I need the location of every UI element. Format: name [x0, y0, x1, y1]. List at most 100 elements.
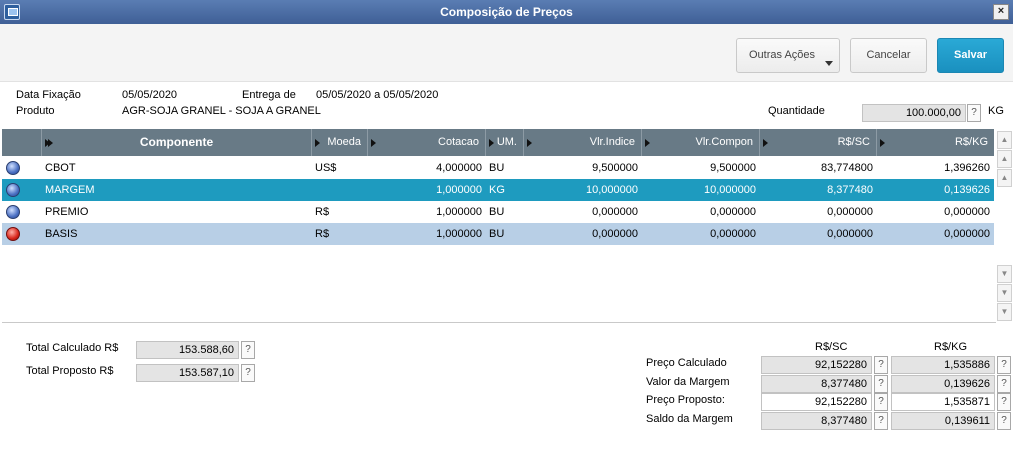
data-fixacao-label: Data Fixação	[16, 89, 81, 101]
sort-arrow-icon	[527, 139, 532, 147]
cell-vlr-indice: 0,000000	[592, 206, 638, 218]
header-status[interactable]	[2, 129, 53, 156]
toolbar: Outras Ações Cancelar Salvar	[0, 24, 1013, 82]
quantidade-label: Quantidade	[768, 105, 825, 117]
sort-arrow-icon	[45, 139, 50, 147]
valor-margem-label: Valor da Margem	[646, 376, 730, 388]
title-bar: Composição de Preços ×	[0, 0, 1013, 24]
table-row[interactable]: BASIS R$ 1,000000 BU 0,000000 0,000000 0…	[2, 223, 994, 245]
header-vlr-compon[interactable]: Vlr.Compon	[642, 129, 760, 156]
quantidade-unit: KG	[988, 105, 1004, 117]
cell-rs-sc: 0,000000	[827, 206, 873, 218]
header-rs-sc[interactable]: R$/SC	[760, 129, 877, 156]
cell-rs-sc: 0,000000	[827, 228, 873, 240]
table-row-selected[interactable]: MARGEM 1,000000 KG 10,000000 10,000000 8…	[2, 179, 994, 201]
grid-header: Componente Moeda Cotacao UM. Vlr.Indice …	[2, 129, 994, 156]
summary-col-sc: R$/SC	[815, 341, 848, 353]
table-row[interactable]: CBOT US$ 4,000000 BU 9,500000 9,500000 8…	[2, 157, 994, 179]
cell-rs-kg: 0,139626	[944, 184, 990, 196]
entrega-value: 05/05/2020 a 05/05/2020	[316, 89, 439, 101]
cell-rs-sc: 83,774800	[821, 162, 873, 174]
scroll-page-up-icon[interactable]: ▲	[997, 150, 1012, 168]
cell-vlr-indice: 10,000000	[586, 184, 638, 196]
produto-value: AGR-SOJA GRANEL - SOJA A GRANEL	[122, 105, 321, 117]
composicao-precos-window: Composição de Preços × Outras Ações Canc…	[0, 0, 1013, 475]
valor-margem-sc-field[interactable]: 8,377480	[761, 375, 872, 393]
cell-rs-kg: 0,000000	[944, 228, 990, 240]
header-componente[interactable]: Componente	[42, 129, 312, 156]
total-calculado-label: Total Calculado R$	[26, 342, 119, 354]
valor-margem-kg-field[interactable]: 0,139626	[891, 375, 995, 393]
cell-vlr-indice: 0,000000	[592, 228, 638, 240]
save-button[interactable]: Salvar	[937, 38, 1004, 73]
quantidade-help-button[interactable]: ?	[967, 104, 981, 122]
close-button[interactable]: ×	[993, 4, 1009, 20]
header-vlr-indice[interactable]: Vlr.Indice	[524, 129, 642, 156]
produto-label: Produto	[16, 105, 55, 117]
cell-componente: CBOT	[45, 162, 76, 174]
cell-cotacao: 1,000000	[436, 206, 482, 218]
quantidade-field[interactable]: 100.000,00	[862, 104, 966, 122]
preco-calculado-kg-field[interactable]: 1,535886	[891, 356, 995, 374]
composition-grid: Componente Moeda Cotacao UM. Vlr.Indice …	[2, 129, 1013, 323]
scroll-up-icon[interactable]: ▲	[997, 169, 1012, 187]
cell-moeda	[315, 179, 365, 201]
scroll-page-down-icon[interactable]: ▼	[997, 284, 1012, 302]
header-cotacao[interactable]: Cotacao	[368, 129, 486, 156]
sort-arrow-icon	[489, 139, 494, 147]
valor-margem-sc-help[interactable]: ?	[874, 375, 888, 393]
cell-vlr-compon: 0,000000	[710, 228, 756, 240]
scroll-bottom-icon[interactable]: ▼	[997, 303, 1012, 321]
cell-moeda: R$	[315, 228, 330, 240]
cell-vlr-compon: 0,000000	[710, 206, 756, 218]
preco-proposto-label: Preço Proposto:	[646, 394, 725, 406]
preco-calculado-sc-field[interactable]: 92,152280	[761, 356, 872, 374]
cell-moeda: R$	[315, 206, 330, 218]
preco-proposto-sc-help[interactable]: ?	[874, 393, 888, 411]
total-proposto-field[interactable]: 153.587,10	[136, 364, 239, 382]
preco-proposto-kg-help[interactable]: ?	[997, 393, 1011, 411]
window-title: Composição de Preços	[440, 5, 573, 19]
preco-calculado-kg-help[interactable]: ?	[997, 356, 1011, 374]
chevron-down-icon	[825, 61, 833, 66]
total-proposto-label: Total Proposto R$	[26, 365, 114, 377]
total-calculado-help-button[interactable]: ?	[241, 341, 255, 359]
outras-acoes-label: Outras Ações	[749, 49, 816, 61]
cell-componente: MARGEM	[45, 184, 95, 196]
grid-scrollbar[interactable]: ▲ ▲ ▲ ▼ ▼ ▼	[996, 129, 1013, 323]
sort-arrow-icon	[880, 139, 885, 147]
saldo-margem-sc-field[interactable]: 8,377480	[761, 412, 872, 430]
total-calculado-field[interactable]: 153.588,60	[136, 341, 239, 359]
preco-calculado-sc-help[interactable]: ?	[874, 356, 888, 374]
status-red-icon	[6, 227, 20, 241]
header-moeda[interactable]: Moeda	[312, 129, 368, 156]
status-blue-icon	[6, 183, 20, 197]
scroll-down-icon[interactable]: ▼	[997, 265, 1012, 283]
scroll-top-icon[interactable]: ▲	[997, 131, 1012, 149]
saldo-margem-sc-help[interactable]: ?	[874, 412, 888, 430]
cell-vlr-compon: 9,500000	[710, 162, 756, 174]
header-um[interactable]: UM.	[486, 129, 524, 156]
cell-moeda: US$	[315, 162, 337, 174]
outras-acoes-button[interactable]: Outras Ações	[736, 38, 840, 73]
cell-vlr-compon: 10,000000	[704, 184, 756, 196]
saldo-margem-kg-help[interactable]: ?	[997, 412, 1011, 430]
cell-rs-sc: 8,377480	[827, 184, 873, 196]
table-row[interactable]: PREMIO R$ 1,000000 BU 0,000000 0,000000 …	[2, 201, 994, 223]
cancel-button[interactable]: Cancelar	[850, 38, 927, 73]
entrega-label: Entrega de	[242, 89, 296, 101]
cell-um: BU	[489, 228, 505, 240]
cell-vlr-indice: 9,500000	[592, 162, 638, 174]
saldo-margem-kg-field[interactable]: 0,139611	[891, 412, 995, 430]
header-rs-kg[interactable]: R$/KG	[877, 129, 994, 156]
cell-cotacao: 1,000000	[436, 184, 482, 196]
valor-margem-kg-help[interactable]: ?	[997, 375, 1011, 393]
sort-arrow-icon	[645, 139, 650, 147]
preco-proposto-sc-field[interactable]: 92,152280	[761, 393, 872, 411]
cell-componente: BASIS	[45, 228, 78, 240]
sort-arrow-icon	[763, 139, 768, 147]
sort-arrow-icon	[371, 139, 376, 147]
total-proposto-help-button[interactable]: ?	[241, 364, 255, 382]
cell-um: BU	[489, 206, 505, 218]
preco-proposto-kg-field[interactable]: 1,535871	[891, 393, 995, 411]
